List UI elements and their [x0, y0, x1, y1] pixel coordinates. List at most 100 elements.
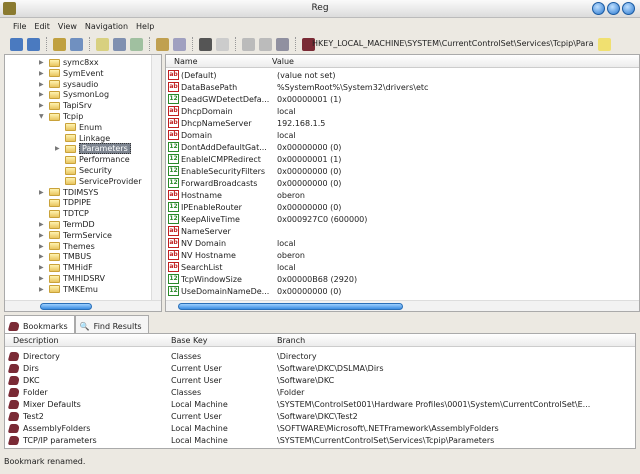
- tools-icon[interactable]: [276, 37, 289, 51]
- expanded-arrow-icon[interactable]: ▼: [39, 113, 45, 120]
- value-row[interactable]: 12 EnableICMPRedirect 0x00000001 (1): [168, 153, 638, 165]
- collapsed-arrow-icon[interactable]: ▶: [39, 59, 45, 66]
- tab-find-results[interactable]: 🔍 Find Results: [74, 315, 149, 333]
- menu-navigation[interactable]: Navigation: [82, 22, 131, 31]
- close-button[interactable]: [622, 2, 635, 15]
- value-row[interactable]: 12 TcpWindowSize 0x00000B68 (2920): [168, 273, 638, 285]
- menu-help[interactable]: Help: [133, 22, 157, 31]
- column-name[interactable]: Name: [174, 57, 198, 66]
- export-icon[interactable]: [53, 37, 66, 51]
- find-next-icon[interactable]: [216, 37, 229, 51]
- value-row[interactable]: 12 DontAddDefaultGat... 0x00000000 (0): [168, 141, 638, 153]
- tree-item[interactable]: ServiceProvider: [55, 176, 142, 187]
- menu-view[interactable]: View: [55, 22, 80, 31]
- collapsed-arrow-icon[interactable]: ▶: [39, 253, 45, 260]
- collapsed-arrow-icon[interactable]: ▶: [39, 81, 45, 88]
- collapsed-arrow-icon[interactable]: ▶: [39, 189, 45, 196]
- collapsed-arrow-icon[interactable]: ▶: [39, 264, 45, 271]
- tree-item[interactable]: ▶ SymEvent: [39, 68, 104, 79]
- tab-bookmarks[interactable]: Bookmarks: [4, 315, 75, 333]
- column-description[interactable]: Description: [13, 336, 59, 345]
- tree-item[interactable]: ▼ Tcpip: [39, 111, 83, 122]
- menu-edit[interactable]: Edit: [31, 22, 53, 31]
- value-row[interactable]: ab DataBasePath %SystemRoot%\System32\driv…: [168, 81, 638, 93]
- collapsed-arrow-icon[interactable]: ▶: [39, 91, 45, 98]
- column-base-key[interactable]: Base Key: [171, 336, 208, 345]
- tree-item[interactable]: Linkage: [55, 133, 110, 144]
- paste-icon[interactable]: [173, 37, 186, 51]
- value-row[interactable]: 12 ForwardBroadcasts 0x00000000 (0): [168, 177, 638, 189]
- value-row[interactable]: ab NameServer: [168, 225, 638, 237]
- tree-item[interactable]: ▶ Themes: [39, 241, 95, 252]
- bookmark-row[interactable]: Mixer Defaults Local Machine \SYSTEM\Contr…: [7, 398, 635, 410]
- connect-icon[interactable]: [10, 37, 23, 51]
- delete-icon[interactable]: [130, 37, 143, 51]
- tree-item[interactable]: ▶ TermDD: [39, 219, 95, 230]
- collapsed-arrow-icon[interactable]: ▶: [39, 221, 45, 228]
- value-name: NV Hostname: [181, 250, 236, 260]
- value-row[interactable]: 12 IPEnableRouter 0x00000000 (0): [168, 201, 638, 213]
- maximize-button[interactable]: [607, 2, 620, 15]
- tree-item[interactable]: TDPIPE: [39, 197, 91, 208]
- column-value[interactable]: Value: [272, 57, 294, 66]
- tree-horizontal-scrollbar[interactable]: [5, 300, 161, 311]
- value-row[interactable]: 12 UseDomainNameDe... 0x00000000 (0): [168, 285, 638, 297]
- collapsed-arrow-icon[interactable]: ▶: [39, 102, 45, 109]
- copy-icon[interactable]: [156, 37, 169, 51]
- value-row[interactable]: 12 EnableSecurityFilters 0x00000000 (0): [168, 165, 638, 177]
- find-icon[interactable]: [199, 37, 212, 51]
- list-view-icon[interactable]: [242, 37, 255, 51]
- tree-item[interactable]: ▶ TermService: [39, 230, 112, 241]
- tree-item[interactable]: ▶ symc8xx: [39, 57, 99, 68]
- tree-item[interactable]: ▶ TDIMSYS: [39, 187, 98, 198]
- values-horizontal-scrollbar[interactable]: [166, 300, 639, 311]
- tree-item[interactable]: Performance: [55, 154, 130, 165]
- column-branch[interactable]: Branch: [277, 336, 305, 345]
- tree-item[interactable]: Enum: [55, 122, 102, 133]
- go-folder-icon[interactable]: [598, 38, 611, 51]
- bookmark-row[interactable]: DKC Current User \Software\DKC: [7, 374, 635, 386]
- disconnect-icon[interactable]: [27, 37, 40, 51]
- tree-item[interactable]: ▶ Parameters: [55, 143, 131, 155]
- bookmark-row[interactable]: AssemblyFolders Local Machine \SOFTWARE\Mi…: [7, 422, 635, 434]
- value-row[interactable]: ab Hostname oberon: [168, 189, 638, 201]
- value-row[interactable]: ab SearchList local: [168, 261, 638, 273]
- tree-vertical-scrollbar[interactable]: [151, 55, 161, 301]
- value-row[interactable]: ab DhcpNameServer 192.168.1.5: [168, 117, 638, 129]
- value-row[interactable]: ab NV Hostname oberon: [168, 249, 638, 261]
- value-row[interactable]: ab NV Domain local: [168, 237, 638, 249]
- tree-item[interactable]: ▶ TMBUS: [39, 251, 91, 262]
- bookmark-row[interactable]: Folder Classes \Folder: [7, 386, 635, 398]
- tree-item[interactable]: ▶ sysaudio: [39, 79, 98, 90]
- value-row[interactable]: ab Domain local: [168, 129, 638, 141]
- collapsed-arrow-icon[interactable]: ▶: [39, 70, 45, 77]
- minimize-button[interactable]: [592, 2, 605, 15]
- tree-item[interactable]: ▶ TMHIDSRV: [39, 273, 105, 284]
- rename-icon[interactable]: [113, 37, 126, 51]
- bookmark-row[interactable]: Dirs Current User \Software\DKC\DSLMA\Dirs: [7, 362, 635, 374]
- tree-item[interactable]: Security: [55, 165, 112, 176]
- tree-item[interactable]: ▶ SysmonLog: [39, 89, 109, 100]
- columns-icon[interactable]: [259, 37, 272, 51]
- import-icon[interactable]: [70, 37, 83, 51]
- bookmark-row[interactable]: TCP/IP parameters Local Machine \SYSTEM\Cu…: [7, 434, 635, 446]
- collapsed-arrow-icon[interactable]: ▶: [39, 232, 45, 239]
- tree-item[interactable]: ▶ TMHidF: [39, 262, 93, 273]
- collapsed-arrow-icon[interactable]: ▶: [39, 275, 45, 282]
- collapsed-arrow-icon[interactable]: ▶: [39, 286, 45, 293]
- address-bar[interactable]: HKEY_LOCAL_MACHINE\SYSTEM\CurrentControl…: [312, 37, 594, 51]
- value-row[interactable]: ab (Default) (value not set): [168, 69, 638, 81]
- bookmark-row[interactable]: Test2 Current User \Software\DKC\Test2: [7, 410, 635, 422]
- menu-file[interactable]: File: [10, 22, 29, 31]
- bookmark-row[interactable]: Directory Classes \Directory: [7, 350, 635, 362]
- tree-item[interactable]: ▶ TMKEmu: [39, 284, 98, 295]
- collapsed-arrow-icon[interactable]: ▶: [55, 145, 61, 152]
- value-name: DeadGWDetectDefa...: [181, 94, 270, 104]
- tree-item[interactable]: ▶ TapiSrv: [39, 100, 92, 111]
- value-row[interactable]: ab DhcpDomain local: [168, 105, 638, 117]
- value-row[interactable]: 12 DeadGWDetectDefa... 0x00000001 (1): [168, 93, 638, 105]
- tree-item[interactable]: TDTCP: [39, 208, 89, 219]
- collapsed-arrow-icon[interactable]: ▶: [39, 243, 45, 250]
- value-row[interactable]: 12 KeepAliveTime 0x000927C0 (600000): [168, 213, 638, 225]
- new-key-icon[interactable]: [96, 37, 109, 51]
